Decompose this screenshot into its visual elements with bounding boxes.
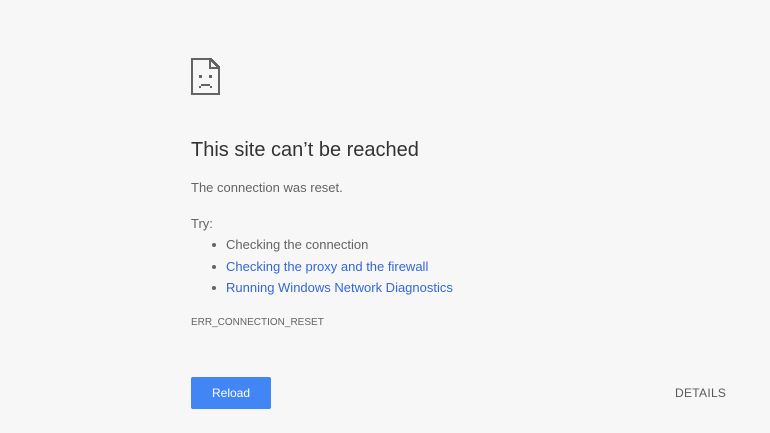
suggestions-list: Checking the connection Checking the pro… <box>191 236 453 301</box>
suggestion-check-connection: Checking the connection <box>226 237 369 252</box>
try-label: Try: <box>191 216 213 231</box>
suggestion-item-diagnostics: Running Windows Network Diagnostics <box>191 279 453 301</box>
error-code: ERR_CONNECTION_RESET <box>191 317 324 328</box>
network-diagnostics-link[interactable]: Running Windows Network Diagnostics <box>226 280 453 295</box>
check-proxy-firewall-link[interactable]: Checking the proxy and the firewall <box>226 259 428 274</box>
bullet-icon <box>212 286 216 290</box>
reload-button[interactable]: Reload <box>191 377 271 409</box>
error-page: This site can’t be reached The connectio… <box>0 0 770 433</box>
details-button[interactable]: DETAILS <box>662 384 739 402</box>
error-message: The connection was reset. <box>191 180 343 195</box>
suggestion-item-connection: Checking the connection <box>191 236 453 258</box>
error-title: This site can’t be reached <box>191 139 419 161</box>
sad-document-icon <box>191 58 221 96</box>
bullet-icon <box>212 264 216 269</box>
suggestion-item-proxy: Checking the proxy and the firewall <box>191 258 453 280</box>
bullet-icon <box>212 243 216 247</box>
